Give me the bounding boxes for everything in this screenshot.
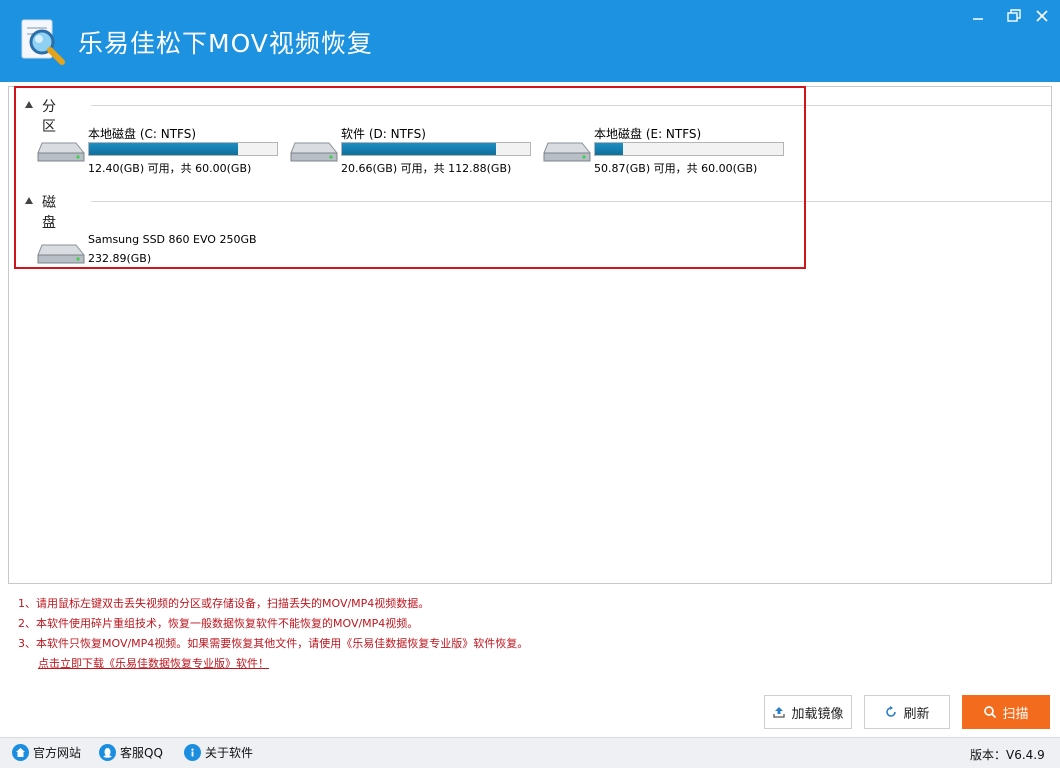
instruction-line-2: 2、本软件使用碎片重组技术，恢复一般数据恢复软件不能恢复的MOV/MP4视频。 (18, 617, 419, 630)
restore-icon[interactable] (1002, 6, 1026, 26)
footer-bar: 官方网站 客服QQ 关于软件 版本：V6.4.9 (0, 737, 1060, 768)
about-link[interactable]: 关于软件 (184, 744, 253, 761)
refresh-icon (886, 706, 897, 717)
scan-label: 扫描 (1002, 706, 1029, 722)
about-label: 关于软件 (205, 746, 254, 760)
disk-capacity: 232.89(GB) (88, 252, 152, 265)
close-icon[interactable] (1030, 6, 1054, 26)
section-divider (91, 201, 1051, 202)
search-icon (984, 706, 997, 719)
partition-name: 本地磁盘 (E: NTFS) (594, 127, 702, 141)
minimize-icon[interactable] (966, 6, 990, 26)
disk-name: Samsung SSD 860 EVO 250GB (88, 233, 257, 246)
disks-section-label: 磁盘 (42, 195, 58, 231)
partition-name: 软件 (D: NTFS) (341, 127, 426, 141)
magnifier-document-icon (21, 19, 65, 65)
partition-d[interactable]: 软件 (D: NTFS) 20.66(GB) 可用，共 112.88(GB) (289, 125, 539, 175)
partition-capacity: 20.66(GB) 可用，共 112.88(GB) (341, 162, 512, 175)
title-bar: 乐易佳松下MOV视频恢复 (0, 0, 1060, 82)
hard-drive-icon (543, 142, 591, 162)
usage-bar-fill (595, 143, 624, 155)
hard-drive-icon (37, 244, 85, 264)
support-qq-label: 客服QQ (120, 746, 163, 760)
instructions: 1、请用鼠标左键双击丢失视频的分区或存储设备，扫描丢失的MOV/MP4视频数据。… (18, 594, 718, 674)
drive-list-panel: 分区 本地磁盘 (C: NTFS) 12.40(GB) 可用，共 60.00(G… (8, 86, 1052, 584)
partition-capacity: 12.40(GB) 可用，共 60.00(GB) (88, 162, 252, 175)
refresh-label: 刷新 (903, 706, 930, 722)
app-title: 乐易佳松下MOV视频恢复 (78, 29, 373, 58)
scan-button[interactable]: 扫描 (962, 695, 1050, 729)
usage-bar (594, 142, 784, 156)
usage-bar (341, 142, 531, 156)
qq-icon (99, 744, 116, 761)
partition-e[interactable]: 本地磁盘 (E: NTFS) 50.87(GB) 可用，共 60.00(GB) (542, 125, 792, 175)
disk-samsung-ssd[interactable]: Samsung SSD 860 EVO 250GB 232.89(GB) (36, 227, 286, 277)
section-divider (91, 105, 1051, 106)
hard-drive-icon (37, 142, 85, 162)
refresh-button[interactable]: 刷新 (864, 695, 950, 729)
usage-bar-fill (342, 143, 497, 155)
instruction-line-3: 3、本软件只恢复MOV/MP4视频。如果需要恢复其他文件，请使用《乐易佳数据恢复… (18, 637, 529, 650)
partition-name: 本地磁盘 (C: NTFS) (88, 127, 197, 141)
usage-bar-fill (89, 143, 238, 155)
load-image-label: 加载镜像 (791, 706, 844, 722)
version-label: 版本：V6.4.9 (970, 748, 1045, 762)
partition-capacity: 50.87(GB) 可用，共 60.00(GB) (594, 162, 758, 175)
website-link[interactable]: 官方网站 (12, 744, 81, 761)
home-icon (12, 744, 29, 761)
instruction-line-1: 1、请用鼠标左键双击丢失视频的分区或存储设备，扫描丢失的MOV/MP4视频数据。 (18, 597, 430, 610)
load-image-button[interactable]: 加载镜像 (764, 695, 852, 729)
collapse-triangle-icon[interactable] (25, 101, 33, 108)
partition-c[interactable]: 本地磁盘 (C: NTFS) 12.40(GB) 可用，共 60.00(GB) (36, 125, 286, 175)
download-pro-link[interactable]: 点击立即下载《乐易佳数据恢复专业版》软件！ (38, 654, 269, 674)
collapse-triangle-icon[interactable] (25, 197, 33, 204)
upload-icon (773, 707, 786, 718)
website-label: 官方网站 (33, 746, 82, 760)
hard-drive-icon (290, 142, 338, 162)
usage-bar (88, 142, 278, 156)
info-icon (184, 744, 201, 761)
support-qq-link[interactable]: 客服QQ (99, 744, 163, 761)
